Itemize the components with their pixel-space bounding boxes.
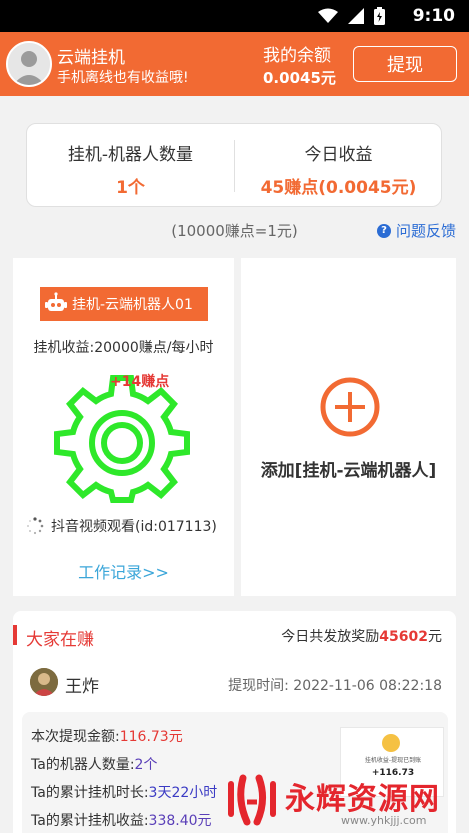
emoji-icon (382, 734, 400, 752)
withdraw-time-label: 提现时间: (228, 678, 289, 694)
watermark-logo-icon (228, 774, 276, 826)
earner-name: 王炸 (65, 677, 99, 697)
robot-count-label: 挂机-机器人数量 (67, 145, 194, 165)
app-header: 云端挂机 手机离线也有收益哦! 我的余额 0.0045元 提现 (0, 32, 469, 96)
detail-label: Ta的累计挂机时长: (31, 785, 149, 801)
robot-icon (45, 292, 67, 311)
total-reward-prefix: 今日共发放奖励 (281, 629, 380, 645)
earner-avatar (30, 668, 58, 696)
signal-icon (348, 8, 364, 24)
detail-value: 2个 (134, 757, 158, 773)
status-bar: 9:10 (0, 0, 469, 32)
feedback-label: 问题反馈 (395, 222, 456, 240)
total-reward: 今日共发放奖励45602元 (281, 626, 442, 646)
detail-value: 338.40元 (148, 813, 212, 829)
detail-total-duration: Ta的累计挂机时长:3天22小时 (31, 782, 217, 802)
header-title: 云端挂机 (57, 48, 125, 68)
receipt-text: 挂机收益-提现已到账 (364, 757, 422, 764)
detail-label: Ta的累计挂机收益: (31, 813, 149, 829)
robot-card[interactable]: 挂机-云端机器人01 挂机收益:20000赚点/每小时 +14赚点 抖音视频观看… (13, 258, 234, 596)
feedback-link[interactable]: ? 问题反馈 (376, 220, 456, 241)
balance-value: 0.0045元 (263, 69, 336, 87)
section-accent-bar (13, 625, 17, 645)
work-log-link[interactable]: 工作记录>> (13, 559, 234, 583)
withdraw-button[interactable]: 提现 (353, 46, 457, 82)
today-earnings-label: 今日收益 (304, 145, 373, 165)
today-earnings-value: 45赚点(0.0045元) (260, 178, 417, 198)
balance-label: 我的余额 (263, 46, 331, 66)
site-watermark: 永辉资源网 www.yhkjjj.com (223, 770, 469, 833)
robot-income: 挂机收益:20000赚点/每小时 (33, 340, 214, 356)
avatar[interactable] (6, 41, 52, 87)
total-reward-amount: 45602 (379, 629, 428, 645)
add-robot-label: 添加[挂机-云端机器人] (260, 461, 437, 481)
header-subtitle: 手机离线也有收益哦! (57, 70, 189, 86)
detail-total-earnings: Ta的累计挂机收益:338.40元 (31, 810, 212, 830)
today-earnings-stat: 今日收益 45赚点(0.0045元) (235, 124, 442, 208)
robot-name: 挂机-云端机器人01 (72, 297, 193, 313)
help-icon: ? (376, 223, 391, 238)
withdraw-time: 提现时间: 2022-11-06 08:22:18 (228, 675, 442, 695)
detail-value: 3天22小时 (148, 785, 218, 801)
task-label: 抖音视频观看(id:017113) (51, 519, 217, 535)
add-robot-card[interactable]: 添加[挂机-云端机器人] (241, 258, 456, 596)
earning-float: +14赚点 (110, 374, 170, 390)
loading-spinner-icon (27, 517, 44, 535)
detail-robot-count: Ta的机器人数量:2个 (31, 754, 157, 774)
wifi-icon (318, 8, 338, 23)
watermark-url: www.yhkjjj.com (341, 814, 427, 827)
earner-avatar-icon (30, 668, 58, 696)
total-reward-unit: 元 (428, 629, 442, 645)
current-task: 抖音视频观看(id:017113) (26, 516, 217, 536)
add-icon (320, 377, 380, 437)
robot-count-stat: 挂机-机器人数量 1个 (27, 124, 234, 208)
detail-withdraw-amount: 本次提现金额:116.73元 (31, 726, 183, 746)
status-time: 9:10 (412, 6, 455, 26)
watermark-name: 永辉资源网 (285, 782, 440, 817)
robot-count-value: 1个 (116, 178, 145, 198)
detail-label: 本次提现金额: (31, 729, 120, 745)
detail-label: Ta的机器人数量: (31, 757, 135, 773)
robot-name-tag: 挂机-云端机器人01 (40, 287, 208, 321)
battery-icon (374, 7, 385, 25)
user-avatar-icon (8, 43, 50, 85)
withdraw-time-value: 2022-11-06 08:22:18 (293, 678, 442, 694)
section-title: 大家在赚 (26, 630, 94, 650)
stats-card: 挂机-机器人数量 1个 今日收益 45赚点(0.0045元) (26, 123, 442, 207)
detail-value: 116.73元 (119, 729, 183, 745)
